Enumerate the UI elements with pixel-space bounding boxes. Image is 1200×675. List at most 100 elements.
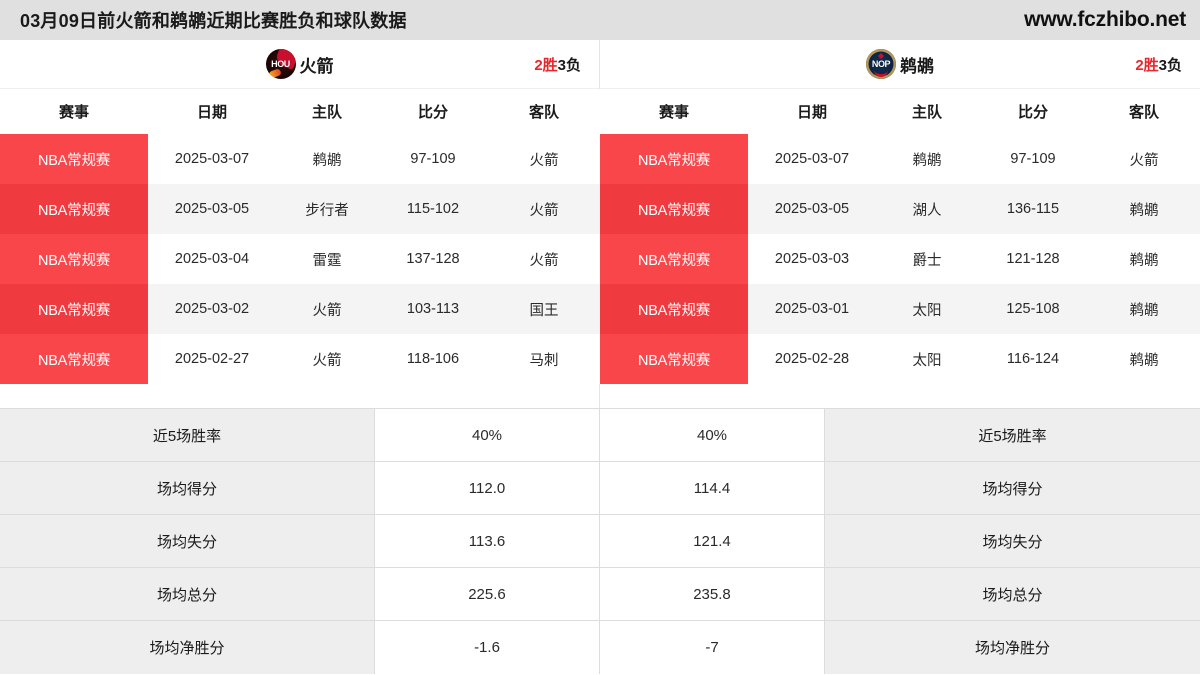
team-name-left: 火箭 <box>299 56 334 76</box>
stat-row: 场均总分 225.6 235.8 场均总分 <box>0 568 1200 621</box>
stat-label-right: 场均净胜分 <box>825 621 1200 674</box>
cell-league: NBA常规赛 <box>0 184 148 234</box>
cell-score: 125-108 <box>978 284 1088 334</box>
table-row[interactable]: NBA常规赛 2025-03-05 步行者 115-102 火箭 <box>0 184 600 234</box>
column-header-score: 比分 <box>978 89 1088 134</box>
rockets-logo-icon: HOU <box>265 49 296 79</box>
cell-home: 雷霆 <box>276 234 378 284</box>
cell-league: NBA常规赛 <box>600 334 748 384</box>
team-wins-right: 2胜 <box>1135 56 1159 74</box>
column-header-date: 日期 <box>148 89 276 134</box>
stat-value-left: -1.6 <box>375 621 600 674</box>
team-losses-left: 3负 <box>557 56 581 74</box>
table-row[interactable]: NBA常规赛 2025-03-05 湖人 136-115 鹈鹕 <box>600 184 1200 234</box>
cell-date: 2025-03-02 <box>148 284 276 334</box>
panel-left-team: HOU 火箭 2胜3负 赛事 日期 主队 比分 客队 NBA常规赛 2025-0… <box>0 40 600 408</box>
stat-label-left: 场均总分 <box>0 568 375 620</box>
cell-home: 鹈鹕 <box>276 134 378 184</box>
team-identity-left: HOU 火箭 <box>0 49 599 79</box>
cell-score: 97-109 <box>378 134 488 184</box>
cell-date: 2025-03-05 <box>748 184 876 234</box>
column-header-home: 主队 <box>876 89 978 134</box>
table-row[interactable]: NBA常规赛 2025-02-27 火箭 118-106 马刺 <box>0 334 600 384</box>
cell-score: 116-124 <box>978 334 1088 384</box>
stat-value-left: 112.0 <box>375 462 600 514</box>
cell-away: 国王 <box>488 284 600 334</box>
stat-value-right: -7 <box>600 621 825 674</box>
cell-away: 鹈鹕 <box>1088 334 1200 384</box>
cell-league: NBA常规赛 <box>600 134 748 184</box>
team-wins-left: 2胜 <box>534 56 558 74</box>
stat-value-right: 40% <box>600 409 825 461</box>
column-header-date: 日期 <box>748 89 876 134</box>
team-identity-right: NOP 鹈鹕 <box>600 49 1200 79</box>
table-row[interactable]: NBA常规赛 2025-03-03 爵士 121-128 鹈鹕 <box>600 234 1200 284</box>
cell-date: 2025-03-01 <box>748 284 876 334</box>
cell-away: 火箭 <box>1088 134 1200 184</box>
stat-row: 场均净胜分 -1.6 -7 场均净胜分 <box>0 621 1200 674</box>
column-header-score: 比分 <box>378 89 488 134</box>
cell-home: 步行者 <box>276 184 378 234</box>
cell-league: NBA常规赛 <box>0 234 148 284</box>
table-row[interactable]: NBA常规赛 2025-03-02 火箭 103-113 国王 <box>0 284 600 334</box>
cell-score: 121-128 <box>978 234 1088 284</box>
pelicans-logo-abbr: NOP <box>871 59 891 69</box>
cell-date: 2025-02-28 <box>748 334 876 384</box>
column-header-league: 赛事 <box>0 89 148 134</box>
cell-league: NBA常规赛 <box>600 184 748 234</box>
cell-score: 115-102 <box>378 184 488 234</box>
column-header-league: 赛事 <box>600 89 748 134</box>
stat-label-right: 场均得分 <box>825 462 1200 514</box>
table-row[interactable]: NBA常规赛 2025-03-07 鹈鹕 97-109 火箭 <box>0 134 600 184</box>
cell-date: 2025-02-27 <box>148 334 276 384</box>
stat-row: 近5场胜率 40% 40% 近5场胜率 <box>0 409 1200 462</box>
stat-value-right: 121.4 <box>600 515 825 567</box>
table-row[interactable]: NBA常规赛 2025-03-01 太阳 125-108 鹈鹕 <box>600 284 1200 334</box>
table-row[interactable]: NBA常规赛 2025-03-07 鹈鹕 97-109 火箭 <box>600 134 1200 184</box>
cell-league: NBA常规赛 <box>0 284 148 334</box>
cell-score: 136-115 <box>978 184 1088 234</box>
cell-home: 火箭 <box>276 284 378 334</box>
cell-league: NBA常规赛 <box>600 234 748 284</box>
cell-date: 2025-03-04 <box>148 234 276 284</box>
team-header-right: NOP 鹈鹕 2胜3负 <box>600 40 1200 89</box>
cell-away: 火箭 <box>488 184 600 234</box>
stat-label-left: 场均失分 <box>0 515 375 567</box>
table-row[interactable]: NBA常规赛 2025-02-28 太阳 116-124 鹈鹕 <box>600 334 1200 384</box>
table-row[interactable]: NBA常规赛 2025-03-04 雷霆 137-128 火箭 <box>0 234 600 284</box>
stat-value-left: 113.6 <box>375 515 600 567</box>
cell-score: 103-113 <box>378 284 488 334</box>
page-titlebar: 03月09日前火箭和鹈鹕近期比赛胜负和球队数据 www.fczhibo.net <box>0 0 1200 40</box>
cell-away: 火箭 <box>488 234 600 284</box>
cell-date: 2025-03-05 <box>148 184 276 234</box>
team-name-right: 鹈鹕 <box>900 56 934 76</box>
team-panels: HOU 火箭 2胜3负 赛事 日期 主队 比分 客队 NBA常规赛 2025-0… <box>0 40 1200 408</box>
cell-away: 马刺 <box>488 334 600 384</box>
match-table-right: 赛事 日期 主队 比分 客队 NBA常规赛 2025-03-07 鹈鹕 97-1… <box>600 89 1200 384</box>
match-table-left: 赛事 日期 主队 比分 客队 NBA常规赛 2025-03-07 鹈鹕 97-1… <box>0 89 600 384</box>
cell-away: 鹈鹕 <box>1088 284 1200 334</box>
cell-away: 鹈鹕 <box>1088 184 1200 234</box>
stat-value-right: 235.8 <box>600 568 825 620</box>
cell-home: 湖人 <box>876 184 978 234</box>
stat-label-right: 场均总分 <box>825 568 1200 620</box>
stat-label-left: 场均得分 <box>0 462 375 514</box>
cell-home: 鹈鹕 <box>876 134 978 184</box>
pelicans-logo-icon: NOP <box>866 49 896 79</box>
cell-score: 118-106 <box>378 334 488 384</box>
cell-league: NBA常规赛 <box>600 284 748 334</box>
page-title: 03月09日前火箭和鹈鹕近期比赛胜负和球队数据 <box>20 11 407 31</box>
team-stats-comparison: 近5场胜率 40% 40% 近5场胜率 场均得分 112.0 114.4 场均得… <box>0 408 1200 674</box>
team-record-left: 2胜3负 <box>534 54 581 75</box>
rockets-logo-abbr: HOU <box>271 59 290 69</box>
cell-home: 爵士 <box>876 234 978 284</box>
stat-label-left: 场均净胜分 <box>0 621 375 674</box>
table-header-row: 赛事 日期 主队 比分 客队 <box>0 89 600 134</box>
cell-date: 2025-03-07 <box>148 134 276 184</box>
stat-label-left: 近5场胜率 <box>0 409 375 461</box>
stat-label-right: 近5场胜率 <box>825 409 1200 461</box>
stat-row: 场均失分 113.6 121.4 场均失分 <box>0 515 1200 568</box>
cell-date: 2025-03-07 <box>748 134 876 184</box>
cell-home: 太阳 <box>876 334 978 384</box>
column-header-home: 主队 <box>276 89 378 134</box>
